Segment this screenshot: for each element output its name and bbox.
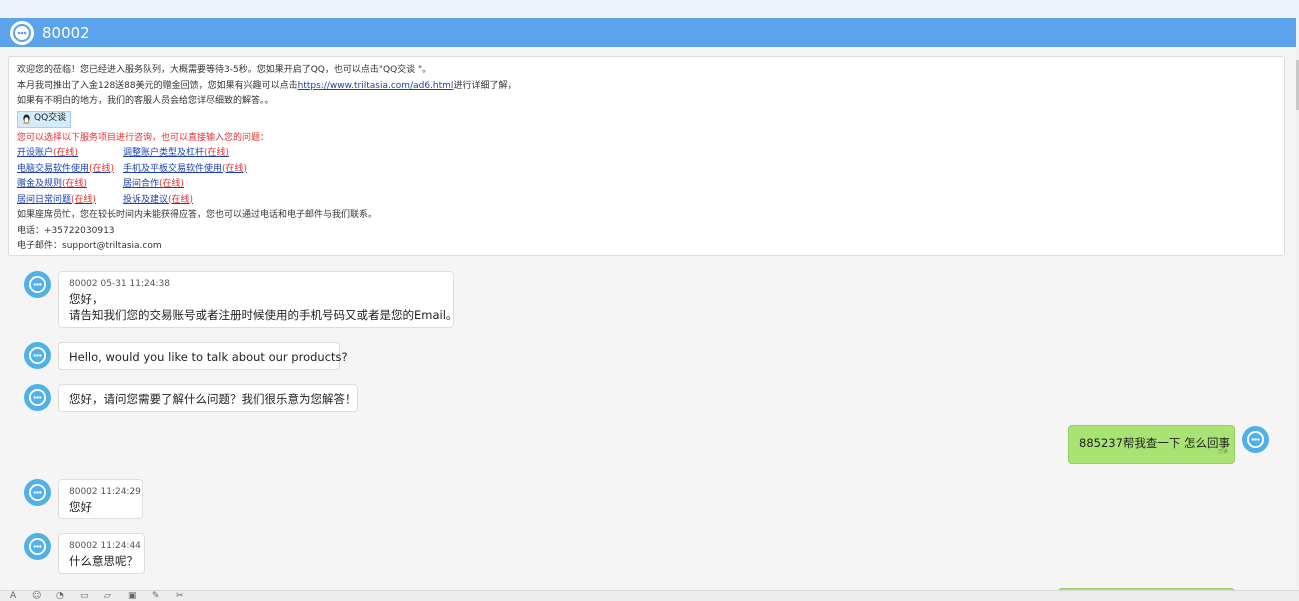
service-link-ib-issues[interactable]: 居间日常问题(在线): [17, 193, 123, 209]
service-link-mobile-software[interactable]: 手机及平板交易软件使用(在线): [123, 162, 323, 178]
message-text: 请告知我们您的交易账号或者注册时候使用的手机号码又或者是您的Email。: [69, 308, 458, 322]
service-prompt: 您可以选择以下服务项目进行咨询，也可以直接输入您的问题：: [17, 132, 270, 143]
contact-email: 电子邮件：support@triltasia.com: [17, 241, 162, 251]
service-link-complaints[interactable]: 投诉及建议(在线): [123, 193, 323, 209]
message-text: 您好，: [69, 292, 104, 306]
message-bubble-user: 885237帮我查一下 怎么回事 已读: [1068, 425, 1235, 464]
busy-text: 如果座席员忙，您在较长时间内未能获得应答，您也可以通过电话和电子邮件与我们联系。: [17, 210, 378, 220]
service-link-adjust-leverage[interactable]: 调整账户类型及杠杆(在线): [123, 146, 323, 162]
message-meta: 80002 05-31 11:24:38: [69, 279, 170, 289]
message-bubble-agent: 80002 05-31 11:24:38 您好， 请告知我们您的交易账号或者注册…: [58, 271, 458, 328]
top-strip: [0, 0, 1299, 18]
qq-chat-button[interactable]: QQ交谈: [17, 110, 72, 128]
agent-avatar-icon: [24, 533, 51, 560]
chat-area[interactable]: 欢迎您的莅临！您已经进入服务队列，大概需要等待3-5秒。您如果开启了QQ，也可以…: [0, 47, 1296, 590]
message-text: 885237帮我查一下 怎么回事: [1079, 436, 1231, 450]
welcome-notice: 欢迎您的莅临！您已经进入服务队列，大概需要等待3-5秒。您如果开启了QQ，也可以…: [8, 56, 1285, 256]
message-text: Hello, would you like to talk about our …: [69, 350, 348, 364]
agent-avatar-icon: [24, 479, 51, 506]
input-toolbar: A ☺ ◔ ▭ ▱ ▣ ✎ ✂: [0, 590, 1299, 601]
message-text: 您好: [69, 500, 92, 514]
agent-avatar-icon: [24, 384, 51, 411]
contact-phone: 电话：+35722030913: [17, 225, 115, 236]
agent-avatar-icon: [24, 342, 51, 369]
service-link-pc-software[interactable]: 电脑交易软件使用(在线): [17, 162, 123, 178]
support-agent-icon: [10, 20, 34, 45]
service-link-bonus-rules[interactable]: 赠金及规则(在线): [17, 177, 123, 193]
message-bubble-agent: Hello, would you like to talk about our …: [58, 342, 348, 370]
message-text: 什么意思呢？: [69, 554, 138, 568]
message-text: 您好，请问您需要了解什么问题？我们很乐意为您解答！: [69, 392, 357, 406]
user-avatar-icon: [1242, 426, 1269, 453]
message-meta: 80002 11:24:29: [69, 487, 141, 497]
notice-line-3: 如果有不明白的地方，我们的客服人员会给您详尽细致的解答。。: [17, 96, 274, 106]
header-title: 80002: [42, 23, 90, 42]
promo-link[interactable]: https://www.triltasia.com/ad6.html: [298, 81, 454, 91]
message-bubble-agent: 您好，请问您需要了解什么问题？我们很乐意为您解答！: [58, 384, 358, 412]
notice-line-2: 本月我司推出了入金128送88美元的赠金回馈，您如果有兴趣可以点击https:/…: [17, 80, 517, 91]
message-meta: 80002 11:24:44: [69, 541, 141, 551]
notice-line-1: 欢迎您的莅临！您已经进入服务队列，大概需要等待3-5秒。您如果开启了QQ，也可以…: [17, 65, 432, 75]
service-link-ib-cooperation[interactable]: 居间合作(在线): [123, 177, 323, 193]
message-bubble-agent: 80002 11:24:44 什么意思呢？: [58, 533, 145, 574]
message-bubble-agent: 80002 11:24:29 您好: [58, 479, 143, 519]
service-link-open-account[interactable]: 开设账户(在线): [17, 146, 123, 162]
read-status: 已读: [1217, 449, 1228, 455]
chat-header: 80002: [0, 18, 1296, 47]
service-links: 开设账户(在线) 调整账户类型及杠杆(在线) 电脑交易软件使用(在线) 手机及平…: [17, 146, 1276, 208]
agent-avatar-icon: [24, 271, 51, 298]
qq-penguin-icon: [22, 114, 31, 124]
